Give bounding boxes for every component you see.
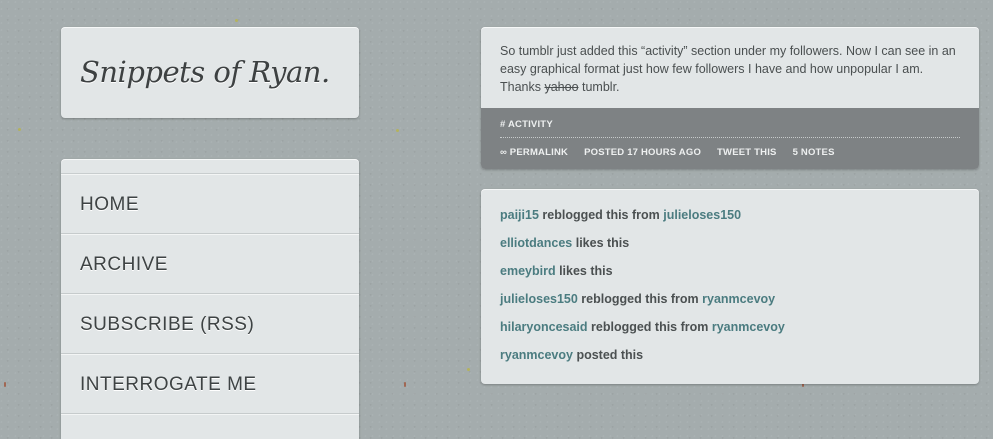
post-text: tumblr. bbox=[578, 80, 620, 94]
note-item: julieloses150 reblogged this from ryanmc… bbox=[500, 292, 785, 320]
nav-menu: HOME ARCHIVE SUBSCRIBE (RSS) INTERROGATE… bbox=[61, 159, 359, 439]
post-meta-links: ∞ PERMALINK POSTED 17 HOURS AGO TWEET THIS… bbox=[500, 147, 851, 158]
notes-panel: paiji15 reblogged this from julieloses15… bbox=[481, 189, 979, 384]
nav-item-label: ARCHIVE bbox=[80, 254, 168, 275]
background-speck bbox=[404, 382, 406, 387]
note-user-link[interactable]: emeybird bbox=[500, 264, 556, 278]
note-action: posted this bbox=[572, 348, 644, 362]
nav-item-archive[interactable]: ARCHIVE bbox=[61, 234, 359, 294]
note-action: reblogged this from bbox=[538, 208, 664, 222]
note-action: likes this bbox=[572, 236, 630, 250]
note-item: elliotdances likes this bbox=[500, 236, 785, 264]
post-struck-text: yahoo bbox=[544, 80, 579, 94]
site-title[interactable]: Snippets of Ryan. bbox=[80, 55, 330, 89]
note-source-link[interactable]: ryanmcevoy bbox=[712, 320, 785, 334]
note-user-link[interactable]: elliotdances bbox=[500, 236, 572, 250]
nav-item-home[interactable]: HOME bbox=[61, 174, 359, 234]
notes-list: paiji15 reblogged this from julieloses15… bbox=[500, 208, 785, 376]
note-item: hilaryoncesaid reblogged this from ryanm… bbox=[500, 320, 785, 348]
background-speck bbox=[4, 382, 6, 387]
nav-item-label: SUBSCRIBE (RSS) bbox=[80, 314, 255, 335]
permalink-link[interactable]: ∞ PERMALINK bbox=[500, 147, 568, 158]
site-title-box: Snippets of Ryan. bbox=[61, 27, 359, 118]
post: So tumblr just added this “activity” sec… bbox=[481, 27, 979, 169]
nav-item-label: INTERROGATE ME bbox=[80, 374, 257, 395]
notes-count-link[interactable]: 5 NOTES bbox=[793, 147, 835, 158]
note-item: ryanmcevoy posted this bbox=[500, 348, 785, 376]
nav-item-label: HOME bbox=[80, 194, 139, 215]
background-speck bbox=[18, 128, 21, 131]
nav-item-subscribe-rss[interactable]: SUBSCRIBE (RSS) bbox=[61, 294, 359, 354]
post-body: So tumblr just added this “activity” sec… bbox=[500, 42, 966, 96]
meta-divider bbox=[500, 137, 960, 138]
nav-item-interrogate-me[interactable]: INTERROGATE ME bbox=[61, 354, 359, 414]
background-speck bbox=[396, 129, 399, 132]
note-source-link[interactable]: julieloses150 bbox=[663, 208, 741, 222]
note-user-link[interactable]: hilaryoncesaid bbox=[500, 320, 588, 334]
tag-activity[interactable]: # ACTIVITY bbox=[500, 119, 553, 130]
note-user-link[interactable]: ryanmcevoy bbox=[500, 348, 573, 362]
note-item: paiji15 reblogged this from julieloses15… bbox=[500, 208, 785, 236]
background-speck bbox=[235, 19, 238, 22]
tweet-this-link[interactable]: TWEET THIS bbox=[717, 147, 777, 158]
posted-time-link[interactable]: POSTED 17 HOURS AGO bbox=[584, 147, 701, 158]
note-action: reblogged this from bbox=[587, 320, 712, 334]
note-action: likes this bbox=[555, 264, 613, 278]
note-source-link[interactable]: ryanmcevoy bbox=[702, 292, 775, 306]
note-user-link[interactable]: julieloses150 bbox=[500, 292, 578, 306]
note-item: emeybird likes this bbox=[500, 264, 785, 292]
note-action: reblogged this from bbox=[577, 292, 703, 306]
post-meta-bar: # ACTIVITY ∞ PERMALINK POSTED 17 HOURS AG… bbox=[481, 108, 979, 169]
background-speck bbox=[467, 368, 470, 371]
note-user-link[interactable]: paiji15 bbox=[500, 208, 539, 222]
